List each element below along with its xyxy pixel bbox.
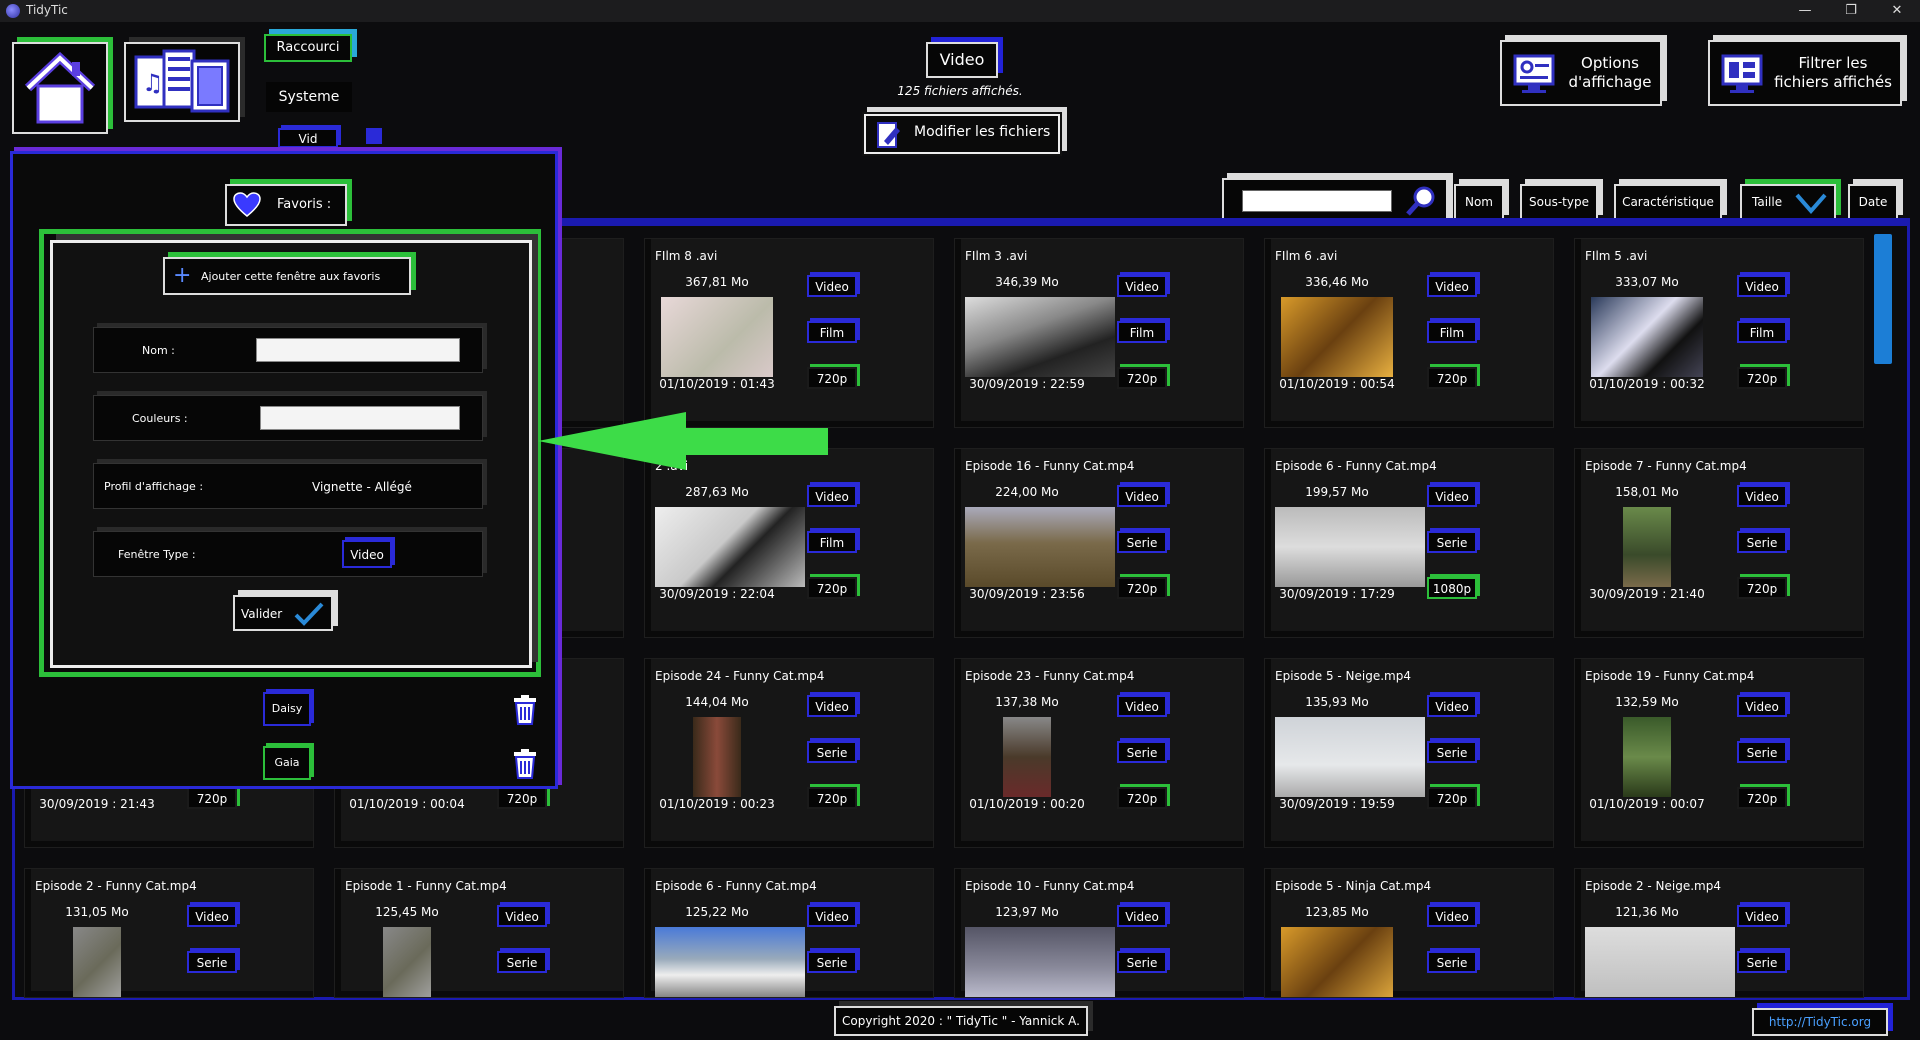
media-files-button[interactable]: ♫ (124, 42, 240, 122)
files-count: 125 fichiers affichés. (897, 84, 1023, 98)
website-link[interactable]: http://TidyTic.org (1752, 1008, 1888, 1036)
window-title: TidyTic (26, 3, 68, 17)
modify-files-button[interactable]: Modifier les fichiers (862, 112, 1062, 156)
minimize-button[interactable]: — (1782, 0, 1828, 22)
sort-nom-button[interactable]: Nom (1454, 184, 1504, 220)
home-button[interactable] (12, 42, 108, 134)
options-label-1: Options (1581, 54, 1639, 72)
restore-button[interactable]: ❐ (1828, 0, 1874, 22)
color-swatch (366, 128, 382, 144)
systeme-button[interactable]: Systeme (266, 82, 352, 112)
filter-label-1: Filtrer les (1798, 54, 1868, 72)
display-options-button[interactable]: Options d'affichage (1500, 40, 1662, 106)
filter-display-icon (1721, 54, 1763, 93)
favorite-item-button[interactable]: Daisy (263, 692, 311, 726)
category-title: Video (926, 42, 998, 78)
search-input[interactable] (1242, 190, 1392, 212)
filter-files-button[interactable]: Filtrer les fichiers affichés (1708, 40, 1902, 106)
home-icon (24, 51, 96, 124)
copyright-text: Copyright 2020 : " TidyTic " - Yannick A… (834, 1006, 1088, 1036)
edit-icon (877, 122, 900, 148)
sort-sous-type-button[interactable]: Sous-type (1520, 184, 1598, 220)
trash-icon[interactable] (511, 748, 539, 780)
title-bar: TidyTic — ❐ ✕ (0, 0, 1920, 22)
sort-taille-label: Taille (1752, 195, 1783, 209)
search-icon[interactable] (1404, 184, 1438, 218)
chevron-down-icon (1795, 193, 1827, 215)
raccourci-button[interactable]: Raccourci (264, 34, 352, 62)
favorites-popup: Favoris : + Ajouter cette fenêtre aux fa… (10, 151, 558, 789)
options-label-2: d'affichage (1568, 73, 1652, 91)
media-files-icon: ♫ (134, 49, 230, 113)
arrow-left-icon (538, 412, 828, 470)
app-logo-icon (6, 4, 20, 18)
sort-taille-button[interactable]: Taille (1740, 184, 1836, 220)
sort-date-button[interactable]: Date (1848, 184, 1898, 220)
close-button[interactable]: ✕ (1874, 0, 1920, 22)
video-tab[interactable]: Vid (278, 128, 338, 148)
svg-text:♫: ♫ (142, 69, 164, 97)
scrollbar-thumb[interactable] (1874, 234, 1892, 364)
filter-label-2: fichiers affichés (1774, 73, 1892, 91)
sort-caracteristique-button[interactable]: Caractéristique (1614, 184, 1722, 220)
display-settings-icon (1513, 54, 1555, 93)
favorite-item-button[interactable]: Gaia (263, 746, 311, 780)
trash-icon[interactable] (511, 694, 539, 726)
favorites-list: Daisy Gaia (13, 154, 561, 792)
modify-files-label: Modifier les fichiers (914, 124, 1051, 140)
